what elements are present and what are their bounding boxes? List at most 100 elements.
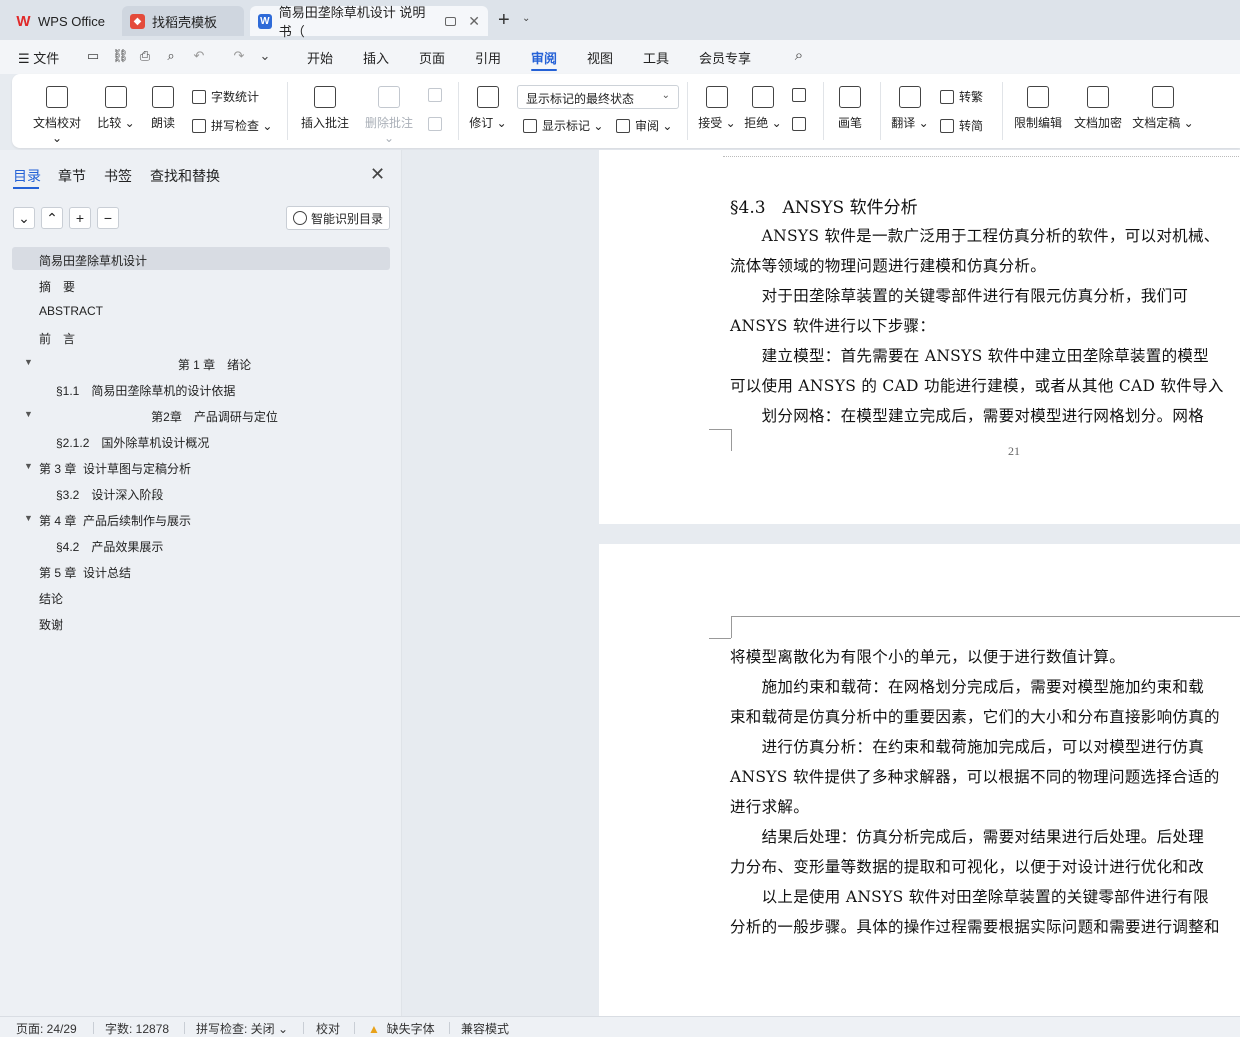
toc-item[interactable]: 第 1 章 绪论 (39, 356, 390, 373)
add-toc-button[interactable]: + (69, 207, 91, 229)
prev-comment-button[interactable] (428, 88, 447, 102)
collapse-up-button[interactable]: ⌃ (41, 207, 63, 229)
tab-bar: W WPS Office ◆ 找稻壳模板 W 简易田垄除草机设计 说明书（ ✕ … (0, 0, 1240, 40)
menu-start[interactable]: 开始 (307, 48, 333, 67)
markup-state-value: 显示标记的最终状态 (526, 92, 635, 106)
read-aloud-label: 朗读 (150, 116, 175, 130)
encrypt-button[interactable]: 文档加密 (1072, 86, 1124, 131)
page-margin-guide (723, 156, 1240, 157)
restrict-edit-icon (1027, 86, 1049, 108)
remove-toc-button[interactable]: − (97, 207, 119, 229)
toc-expand-arrow-icon[interactable]: ▼ (24, 513, 33, 523)
pen-button[interactable]: 画笔 (834, 86, 866, 131)
undo-icon[interactable]: ↶ (192, 49, 206, 63)
toc-item[interactable]: 致谢 (39, 616, 63, 633)
read-aloud-button[interactable]: 朗读 (146, 86, 180, 131)
next-comment-button[interactable] (428, 117, 447, 131)
paragraph-line: 结果后处理：仿真分析完成后，需要对结果进行后处理。后处理 (730, 828, 1205, 846)
compat-mode-status[interactable]: 兼容模式 (461, 1020, 509, 1037)
restrict-edit-label: 限制编辑 (1013, 116, 1062, 130)
to-simplified-button[interactable]: 转简 (940, 117, 983, 134)
spell-check-button[interactable]: 拼写检查 ⌄ (192, 117, 272, 134)
toc-item[interactable]: 摘 要 (39, 278, 75, 295)
menu-review[interactable]: 审阅 (531, 48, 557, 67)
paragraph-line: ANSYS 软件提供了多种求解器，可以根据不同的物理问题选择合适的 (730, 768, 1220, 786)
revise-button[interactable]: 修订 ⌄ (468, 86, 508, 131)
link-icon[interactable]: ⛓ (112, 49, 129, 63)
next-change-button[interactable] (792, 117, 811, 131)
delete-comment-icon (378, 86, 400, 108)
menu-page[interactable]: 页面 (419, 48, 445, 67)
restrict-edit-button[interactable]: 限制编辑 (1012, 86, 1064, 131)
prev-change-button[interactable] (792, 88, 811, 102)
document-area[interactable]: §4.3 ANSYS 软件分析 ANSYS 软件是一款广泛用于工程仿真分析的软件… (403, 150, 1240, 1016)
missing-font-status[interactable]: ▲ 缺失字体 (368, 1020, 435, 1037)
tab-toc[interactable]: 目录 (13, 166, 41, 186)
delete-comment-button[interactable]: 删除批注 ⌄ (360, 86, 418, 145)
word-count-button[interactable]: 字数统计 (192, 88, 259, 105)
toc-item[interactable]: §4.2 产品效果展示 (56, 538, 163, 555)
tab-wps-office[interactable]: W WPS Office (8, 6, 116, 36)
toc-item[interactable]: §2.1.2 国外除草机设计概况 (56, 434, 209, 451)
review-pane-button[interactable]: 审阅 ⌄ (616, 117, 672, 134)
file-menu[interactable]: ☰ 文件 (18, 48, 59, 67)
document-page[interactable]: §4.3 ANSYS 软件分析 ANSYS 软件是一款广泛用于工程仿真分析的软件… (599, 150, 1240, 524)
toc-expand-arrow-icon[interactable]: ▼ (24, 461, 33, 471)
markup-state-select[interactable]: 显示标记的最终状态 ⌄ (517, 85, 679, 109)
tab-document[interactable]: W 简易田垄除草机设计 说明书（ ✕ (250, 5, 488, 39)
margin-corner (731, 429, 732, 451)
finalize-button[interactable]: 文档定稿 ⌄ (1132, 86, 1194, 131)
tab-template[interactable]: ◆ 找稻壳模板 (122, 6, 244, 36)
doc-check-button[interactable]: 文档校对 ⌄ (28, 86, 86, 145)
toc-item[interactable]: 第 5 章 设计总结 (39, 564, 131, 581)
chevron-down-icon[interactable]: ⌄ (522, 13, 530, 24)
save-icon[interactable]: ▭ (86, 49, 100, 63)
show-markup-button[interactable]: 显示标记 ⌄ (523, 117, 603, 134)
pen-label: 画笔 (837, 116, 862, 130)
tab-chapters[interactable]: 章节 (58, 166, 86, 186)
print-icon[interactable]: ⎙ (138, 49, 152, 63)
tab-find-replace[interactable]: 查找和替换 (150, 166, 220, 186)
close-icon[interactable]: ✕ (468, 13, 480, 30)
spell-check-status[interactable]: 拼写检查: 关闭 ⌄ (196, 1020, 288, 1037)
menu-view[interactable]: 视图 (587, 48, 613, 67)
screen-icon[interactable] (445, 16, 457, 26)
compare-button[interactable]: 比较 ⌄ (96, 86, 136, 131)
toc-expand-arrow-icon[interactable]: ▼ (24, 357, 33, 367)
to-traditional-button[interactable]: 转繁 (940, 88, 983, 105)
menu-insert[interactable]: 插入 (363, 48, 389, 67)
more-chevron-icon[interactable]: ⌄ (258, 49, 272, 63)
insert-comment-button[interactable]: 插入批注 (298, 86, 352, 131)
toc-item[interactable]: 前 言 (39, 330, 75, 347)
word-count-indicator[interactable]: 字数: 12878 (105, 1020, 169, 1037)
new-tab-plus-icon[interactable]: + (498, 10, 510, 30)
search-icon[interactable]: ⌕ (792, 48, 806, 63)
menu-reference[interactable]: 引用 (475, 48, 501, 67)
toc-item[interactable]: 第 3 章 设计草图与定稿分析 (39, 460, 191, 477)
toc-expand-arrow-icon[interactable]: ▼ (24, 409, 33, 419)
menu-tools[interactable]: 工具 (643, 48, 669, 67)
page-indicator[interactable]: 页面: 24/29 (16, 1020, 77, 1037)
toc-item[interactable]: 结论 (39, 590, 63, 607)
print-preview-icon[interactable]: ⌕ (164, 49, 178, 63)
prev-change-icon (792, 88, 806, 102)
toc-item[interactable]: ABSTRACT (39, 304, 103, 318)
close-icon[interactable]: ✕ (370, 164, 385, 185)
redo-icon[interactable]: ↷ (232, 49, 246, 63)
accept-button[interactable]: 接受 ⌄ (698, 86, 736, 131)
toc-item[interactable]: 简易田垄除草机设计 (39, 252, 147, 269)
translate-button[interactable]: 翻译 ⌄ (890, 86, 930, 131)
proof-status[interactable]: 校对 (316, 1020, 340, 1037)
toc-item[interactable]: §3.2 设计深入阶段 (56, 486, 163, 503)
toc-item[interactable]: §1.1 简易田垄除草机的设计依据 (56, 382, 235, 399)
toc-item[interactable]: 第2章 产品调研与定位 (39, 408, 390, 425)
toc-item[interactable]: 第 4 章 产品后续制作与展示 (39, 512, 191, 529)
document-page[interactable]: 将模型离散化为有限个小的单元，以便于进行数值计算。 施加约束和载荷：在网格划分完… (599, 544, 1240, 1016)
smart-toc-button[interactable]: 智能识别目录 (286, 206, 390, 230)
reject-button[interactable]: 拒绝 ⌄ (744, 86, 782, 131)
plus-icon: + (75, 210, 85, 226)
menu-member[interactable]: 会员专享 (699, 48, 751, 67)
tab-bookmarks[interactable]: 书签 (104, 166, 132, 186)
expand-down-button[interactable]: ⌄ (13, 207, 35, 229)
chevron-up-icon: ⌃ (46, 210, 58, 226)
